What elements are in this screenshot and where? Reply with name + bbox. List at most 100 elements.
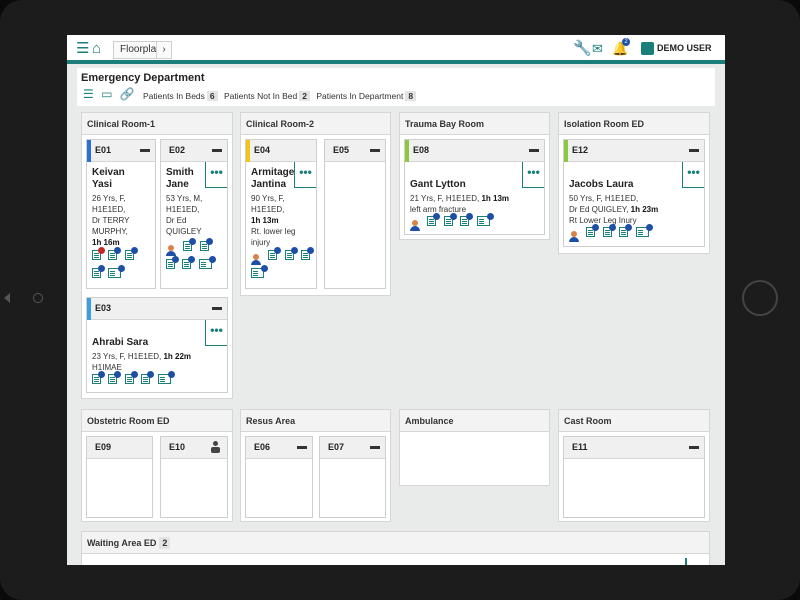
bed-card-e09[interactable]: E09 (86, 436, 153, 518)
list-view-icon[interactable]: ☰ (83, 87, 94, 101)
elapsed-time: 1h 16m (92, 238, 120, 247)
document-icon[interactable] (108, 371, 122, 384)
document-icon[interactable] (157, 371, 175, 384)
room-ambulance: Ambulance (399, 409, 550, 486)
home-button[interactable] (742, 280, 778, 316)
nurse-icon[interactable] (251, 254, 261, 265)
bed-card-e05[interactable]: E05 ▬ (324, 139, 386, 289)
document-icon[interactable] (92, 247, 105, 260)
bed-header: E03 ▬ (87, 298, 227, 320)
document-icon[interactable] (635, 224, 653, 237)
patient-name[interactable]: Armitage (251, 167, 294, 179)
patient-name[interactable]: Yasi (92, 179, 112, 191)
document-icon[interactable] (586, 224, 600, 237)
document-icon[interactable] (476, 213, 494, 226)
count-dot (118, 265, 126, 272)
document-icon[interactable] (284, 247, 298, 260)
document-icon[interactable] (198, 256, 216, 269)
bed-card-e06[interactable]: E06 ▬ (245, 436, 313, 518)
bed-header: E06 ▬ (246, 437, 312, 459)
status-icons (569, 224, 669, 242)
count-dot (114, 247, 122, 254)
document-icon[interactable] (124, 247, 138, 260)
document-icon[interactable] (460, 213, 474, 226)
notification-badge: 2 (622, 38, 630, 46)
bed-menu-button[interactable]: ••• (294, 162, 316, 188)
bed-menu-button[interactable]: ••• (682, 162, 704, 188)
department-header: Emergency Department ☰ ▭ 🔗 Patients In B… (77, 68, 715, 106)
bed-card-e07[interactable]: E07 ▬ (319, 436, 386, 518)
patient-name[interactable]: Smith (166, 167, 194, 179)
patient-info: H1E1ED, (92, 205, 126, 214)
room-title: Ambulance (400, 410, 549, 432)
wrench-icon[interactable]: 🔧 (573, 41, 592, 56)
document-icon[interactable] (427, 213, 441, 226)
room-title: Isolation Room ED (559, 113, 709, 135)
document-icon[interactable] (301, 247, 315, 260)
status-bar (87, 140, 91, 162)
bed-card-e01[interactable]: E01 ▬ Keivan Yasi 26 Yrs, F, H1E1ED, Dr … (86, 139, 156, 289)
patient-name[interactable]: Jantina (251, 179, 286, 191)
stat-count: 2 (299, 91, 310, 101)
bed-header: E10 (161, 437, 227, 459)
document-icon[interactable] (443, 213, 457, 226)
document-icon[interactable] (92, 371, 105, 384)
home-icon[interactable]: ⌂ (92, 41, 101, 56)
document-icon[interactable] (199, 238, 213, 251)
camera (33, 293, 43, 303)
document-icon[interactable] (108, 247, 122, 260)
patient-info: H1E1ED, (166, 205, 200, 214)
bed-header: E11 ▬ (564, 437, 704, 459)
document-icon[interactable] (141, 371, 155, 384)
count-dot (98, 265, 105, 272)
bed-menu-button[interactable]: ••• (522, 162, 544, 188)
status-icons (251, 247, 317, 283)
mail-icon[interactable]: ✉ (592, 41, 603, 56)
status-bar (405, 140, 409, 162)
document-icon[interactable] (183, 238, 197, 251)
user-icon[interactable] (641, 42, 654, 55)
nurse-icon[interactable] (166, 245, 176, 256)
document-icon[interactable] (124, 371, 138, 384)
scrollbar-indicator[interactable] (685, 558, 687, 565)
document-icon[interactable] (619, 224, 633, 237)
hamburger-menu-icon[interactable]: ☰ (76, 41, 89, 56)
breadcrumb-next-button[interactable]: › (156, 41, 172, 59)
patient-info: 23 Yrs, F, H1E1ED, 1h 22m (92, 351, 191, 362)
document-icon[interactable] (251, 265, 268, 278)
bed-card-e04[interactable]: E04 ••• Armitage Jantina 90 Yrs, F, H1E1… (245, 139, 317, 289)
document-icon[interactable] (182, 256, 196, 269)
patient-name[interactable]: Jane (166, 179, 189, 191)
laptop-view-icon[interactable]: ▭ (101, 87, 112, 101)
patient-name[interactable]: Jacobs Laura (569, 179, 633, 191)
patient-name[interactable]: Ahrabi Sara (92, 337, 148, 349)
bed-card-e10[interactable]: E10 (160, 436, 228, 518)
bed-card-e03[interactable]: E03 ▬ ••• Ahrabi Sara 23 Yrs, F, H1E1ED,… (86, 297, 228, 393)
document-icon[interactable] (268, 247, 282, 260)
patient-name[interactable]: Keivan (92, 167, 125, 179)
patient-info: Dr Ed QUIGLEY, 1h 23m (569, 204, 658, 215)
elapsed-time: 1h 13m (251, 216, 279, 225)
bed-menu-button[interactable]: ••• (205, 320, 227, 346)
count-dot (261, 265, 268, 272)
document-icon[interactable] (602, 224, 616, 237)
patient-details: Dr Ed QUIGLEY, (569, 205, 629, 214)
document-icon[interactable] (108, 265, 126, 278)
link-icon[interactable]: 🔗 (120, 87, 135, 101)
bed-code: E07 (328, 442, 345, 452)
bed-card-e11[interactable]: E11 ▬ (563, 436, 705, 518)
patient-name[interactable]: Gant Lytton (410, 179, 466, 191)
nurse-icon[interactable] (569, 231, 579, 242)
document-icon[interactable] (92, 265, 105, 278)
document-icon[interactable] (166, 256, 179, 269)
patient-info: 90 Yrs, F, (251, 194, 285, 203)
bed-icon: ▬ (212, 144, 222, 155)
bed-code: E09 (95, 442, 112, 452)
bed-code: E02 (169, 145, 186, 155)
user-name[interactable]: DEMO USER (657, 43, 712, 53)
bed-card-e02[interactable]: E02 ▬ ••• Smith Jane 53 Yrs, M, H1E1ED, … (160, 139, 228, 289)
nurse-icon[interactable] (410, 220, 420, 231)
bed-menu-button[interactable]: ••• (205, 162, 227, 188)
bed-card-e12[interactable]: E12 ▬ ••• Jacobs Laura 50 Yrs, F, H1E1ED… (563, 139, 705, 247)
bed-card-e08[interactable]: E08 ▬ ••• Gant Lytton 21 Yrs, F, H1E1ED,… (404, 139, 545, 235)
